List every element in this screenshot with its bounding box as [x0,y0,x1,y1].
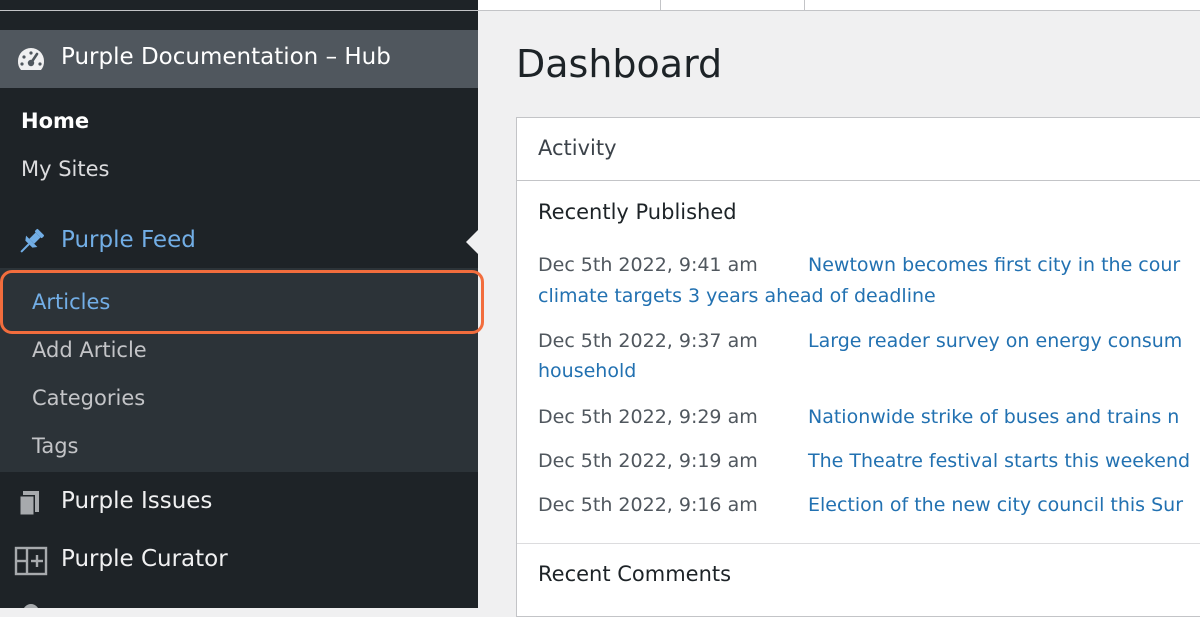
sidebar-item-label: Purple Curator [61,546,228,572]
submenu-item-tags[interactable]: Tags [32,434,79,458]
activity-widget: Activity Recently Published Dec 5th 2022… [516,117,1200,617]
post-link[interactable]: Large reader survey on energy consum [808,330,1182,352]
page-title: Dashboard [516,42,723,86]
submenu-item-add-article[interactable]: Add Article [32,338,147,362]
sidebar-item-my-sites[interactable]: My Sites [21,157,109,181]
post-link[interactable]: The Theatre festival starts this weekend [808,450,1190,472]
submenu-item-categories[interactable]: Categories [32,386,145,410]
articles-highlight-outline [0,270,484,334]
recently-published-heading: Recently Published [538,200,737,224]
post-link[interactable]: Nationwide strike of buses and trains n [808,406,1179,428]
post-date: Dec 5th 2022, 9:37 am [538,330,758,352]
post-date: Dec 5th 2022, 9:29 am [538,406,758,428]
menu-icon-partial [24,604,38,608]
post-link[interactable]: Newtown becomes first city in the cour [808,254,1180,276]
grid-plus-icon [14,546,48,576]
admin-bar-strip [0,0,478,11]
tab-divider [804,0,805,10]
post-link-continued[interactable]: climate targets 3 years ahead of deadlin… [538,285,936,307]
sidebar-item-purple-issues[interactable]: Purple Issues [0,482,478,526]
post-link-continued[interactable]: household [538,360,636,382]
pages-icon [19,491,39,516]
recent-comments-heading: Recent Comments [538,562,732,586]
top-tab-strip [478,0,1200,11]
pin-icon [20,228,45,253]
tab-divider [660,0,661,10]
sidebar-item-label: Purple Feed [61,227,196,253]
site-title: Purple Documentation – Hub [61,44,391,70]
sidebar-item-home[interactable]: Home [21,109,89,133]
sidebar-item-purple-curator[interactable]: Purple Curator [0,540,478,584]
post-date: Dec 5th 2022, 9:16 am [538,494,758,516]
sidebar-item-label: Purple Issues [61,488,213,514]
dashboard-gauge-icon [17,48,45,70]
activity-widget-header[interactable]: Activity [517,118,1200,181]
post-date: Dec 5th 2022, 9:19 am [538,450,758,472]
post-date: Dec 5th 2022, 9:41 am [538,254,758,276]
activity-widget-title: Activity [538,136,617,160]
active-menu-arrow [466,230,478,254]
post-link[interactable]: Election of the new city council this Su… [808,494,1183,516]
site-title-row[interactable]: Purple Documentation – Hub [0,30,478,88]
sidebar-item-purple-feed[interactable]: Purple Feed [0,220,478,264]
section-divider [517,543,1200,544]
